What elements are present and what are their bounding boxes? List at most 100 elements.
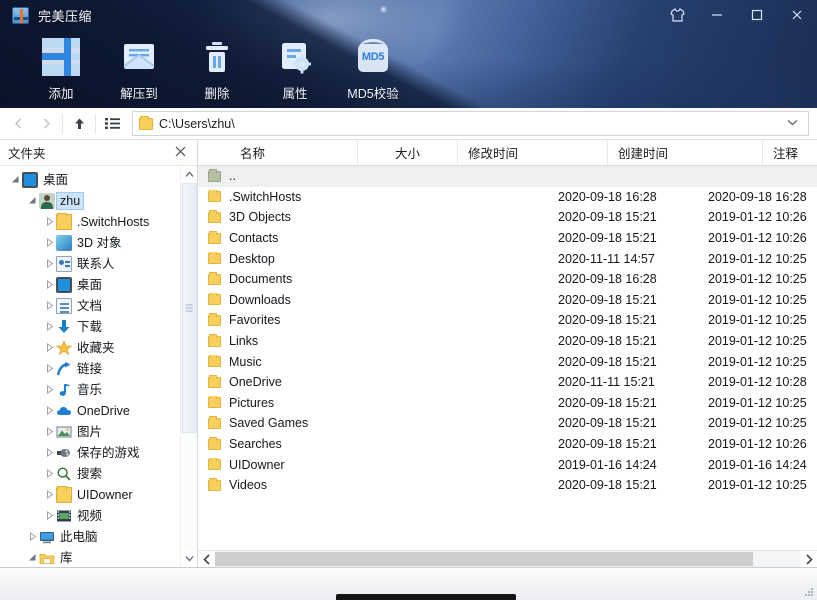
sidebar-item-视频[interactable]: 视频 <box>0 505 180 526</box>
close-icon[interactable] <box>777 0 817 30</box>
tree-expand-icon[interactable] <box>42 301 56 310</box>
folder-icon <box>208 356 221 367</box>
sidebar-item-UIDowner[interactable]: UIDowner <box>0 484 180 505</box>
up-icon[interactable] <box>65 111 93 137</box>
tree-expand-icon[interactable] <box>25 532 39 541</box>
folder-tree[interactable]: 桌面zhu.SwitchHosts3D 对象联系人桌面文档下载收藏夹链接音乐On… <box>0 166 180 567</box>
sidebar-item-链接[interactable]: 链接 <box>0 358 180 379</box>
horizontal-scrollbar[interactable] <box>198 550 817 567</box>
sidebar-item-3D 对象[interactable]: 3D 对象 <box>0 232 180 253</box>
table-row[interactable]: Searches2020-09-18 15:212019-01-12 10:26 <box>198 434 817 455</box>
extract-to-icon <box>120 38 158 76</box>
tree-expand-icon[interactable] <box>42 280 56 289</box>
column-header-size[interactable]: 大小 <box>358 140 458 165</box>
sidebar-scroll-thumb[interactable] <box>182 183 197 433</box>
sidebar-item-下载[interactable]: 下载 <box>0 316 180 337</box>
status-bar <box>0 567 817 600</box>
folder-icon <box>208 253 221 264</box>
column-header-name[interactable]: 名称 <box>198 140 358 165</box>
tree-expand-icon[interactable] <box>42 448 56 457</box>
folder-icon <box>56 214 72 230</box>
tree-expand-icon[interactable] <box>42 469 56 478</box>
window-controls <box>657 0 817 30</box>
table-row[interactable]: Contacts2020-09-18 15:212019-01-12 10:26 <box>198 228 817 249</box>
sidebar-item-搜索[interactable]: 搜索 <box>0 463 180 484</box>
tree-expand-icon[interactable] <box>42 238 56 247</box>
table-row[interactable]: 3D Objects2020-09-18 15:212019-01-12 10:… <box>198 207 817 228</box>
file-list-rows[interactable]: ...SwitchHosts2020-09-18 16:282020-09-18… <box>198 166 817 550</box>
column-header-note[interactable]: 注释 <box>763 140 817 165</box>
table-row[interactable]: .SwitchHosts2020-09-18 16:282020-09-18 1… <box>198 187 817 208</box>
table-row[interactable]: Pictures2020-09-18 15:212019-01-12 10:25 <box>198 393 817 414</box>
horizontal-scroll-thumb[interactable] <box>215 552 753 566</box>
table-row[interactable]: Downloads2020-09-18 15:212019-01-12 10:2… <box>198 290 817 311</box>
skin-icon[interactable] <box>657 0 697 30</box>
tree-collapse-icon[interactable] <box>8 175 22 184</box>
table-row[interactable]: Favorites2020-09-18 15:212019-01-12 10:2… <box>198 310 817 331</box>
maximize-icon[interactable] <box>737 0 777 30</box>
toolbar-label-extract: 解压到 <box>120 83 158 102</box>
sidebar-item-.SwitchHosts[interactable]: .SwitchHosts <box>0 211 180 232</box>
tree-expand-icon[interactable] <box>42 511 56 520</box>
toolbar-button-add[interactable]: 添加 <box>22 34 100 102</box>
tree-collapse-icon[interactable] <box>25 196 39 205</box>
table-row[interactable]: UIDowner2019-01-16 14:242019-01-16 14:24 <box>198 454 817 475</box>
horizontal-scroll-track[interactable] <box>215 551 800 567</box>
minimize-icon[interactable] <box>697 0 737 30</box>
sidebar-item-label: 图片 <box>77 424 102 440</box>
back-icon[interactable] <box>4 111 32 137</box>
resize-grip-icon[interactable] <box>805 588 814 597</box>
tree-expand-icon[interactable] <box>42 322 56 331</box>
column-header-created[interactable]: 创建时间 <box>608 140 763 165</box>
tree-expand-icon[interactable] <box>42 259 56 268</box>
tree-expand-icon[interactable] <box>42 385 56 394</box>
tree-expand-icon[interactable] <box>42 427 56 436</box>
tree-expand-icon[interactable] <box>42 364 56 373</box>
cell-modified: 2020-09-18 15:21 <box>558 293 708 307</box>
titlebar: 完美压缩 <box>0 0 817 30</box>
arrow-left-icon[interactable] <box>198 551 215 567</box>
parent-directory-row[interactable]: .. <box>198 166 817 187</box>
list-view-icon[interactable] <box>98 111 126 137</box>
table-row[interactable]: Music2020-09-18 15:212019-01-12 10:25 <box>198 351 817 372</box>
sidebar-item-zhu[interactable]: zhu <box>0 190 180 211</box>
sidebar-item-此电脑[interactable]: 此电脑 <box>0 526 180 547</box>
cell-created: 2019-01-12 10:25 <box>708 416 817 430</box>
sidebar-item-文档[interactable]: 文档 <box>0 295 180 316</box>
toolbar-button-properties[interactable]: 属性 <box>256 34 334 102</box>
toolbar-button-extract[interactable]: 解压到 <box>100 34 178 102</box>
table-row[interactable]: Videos2020-09-18 15:212019-01-12 10:25 <box>198 475 817 496</box>
sidebar-scrollbar[interactable] <box>180 166 197 567</box>
table-row[interactable]: OneDrive2020-11-11 15:212019-01-12 10:28 <box>198 372 817 393</box>
sidebar-item-桌面[interactable]: 桌面 <box>0 274 180 295</box>
sidebar-item-收藏夹[interactable]: 收藏夹 <box>0 337 180 358</box>
toolbar-button-delete[interactable]: 删除 <box>178 34 256 102</box>
chevron-down-icon[interactable] <box>781 118 804 129</box>
sidebar-item-图片[interactable]: 图片 <box>0 421 180 442</box>
forward-icon[interactable] <box>32 111 60 137</box>
tree-expand-icon[interactable] <box>42 490 56 499</box>
close-icon[interactable] <box>172 145 189 160</box>
table-row[interactable]: Links2020-09-18 15:212019-01-12 10:25 <box>198 331 817 352</box>
sidebar-item-保存的游戏[interactable]: 保存的游戏 <box>0 442 180 463</box>
arrow-right-icon[interactable] <box>800 551 817 567</box>
sidebar-item-联系人[interactable]: 联系人 <box>0 253 180 274</box>
chevron-up-icon[interactable] <box>181 166 198 183</box>
cell-name: Music <box>198 355 458 369</box>
sidebar-scroll-track[interactable] <box>181 183 198 550</box>
table-row[interactable]: Saved Games2020-09-18 15:212019-01-12 10… <box>198 413 817 434</box>
table-row[interactable]: Documents2020-09-18 16:282019-01-12 10:2… <box>198 269 817 290</box>
sidebar-item-音乐[interactable]: 音乐 <box>0 379 180 400</box>
table-row[interactable]: Desktop2020-11-11 14:572019-01-12 10:25 <box>198 248 817 269</box>
tree-expand-icon[interactable] <box>42 217 56 226</box>
sidebar-item-OneDrive[interactable]: OneDrive <box>0 400 180 421</box>
tree-expand-icon[interactable] <box>42 406 56 415</box>
sidebar-item-桌面[interactable]: 桌面 <box>0 169 180 190</box>
tree-expand-icon[interactable] <box>42 343 56 352</box>
chevron-down-icon[interactable] <box>181 550 198 567</box>
address-input[interactable]: C:\Users\zhu\ <box>132 111 809 136</box>
toolbar-button-md5[interactable]: MD5 MD5校验 <box>334 34 412 102</box>
column-header-modified[interactable]: 修改时间 <box>458 140 608 165</box>
sidebar-item-库[interactable]: 库 <box>0 547 180 567</box>
tree-collapse-icon[interactable] <box>25 553 39 562</box>
